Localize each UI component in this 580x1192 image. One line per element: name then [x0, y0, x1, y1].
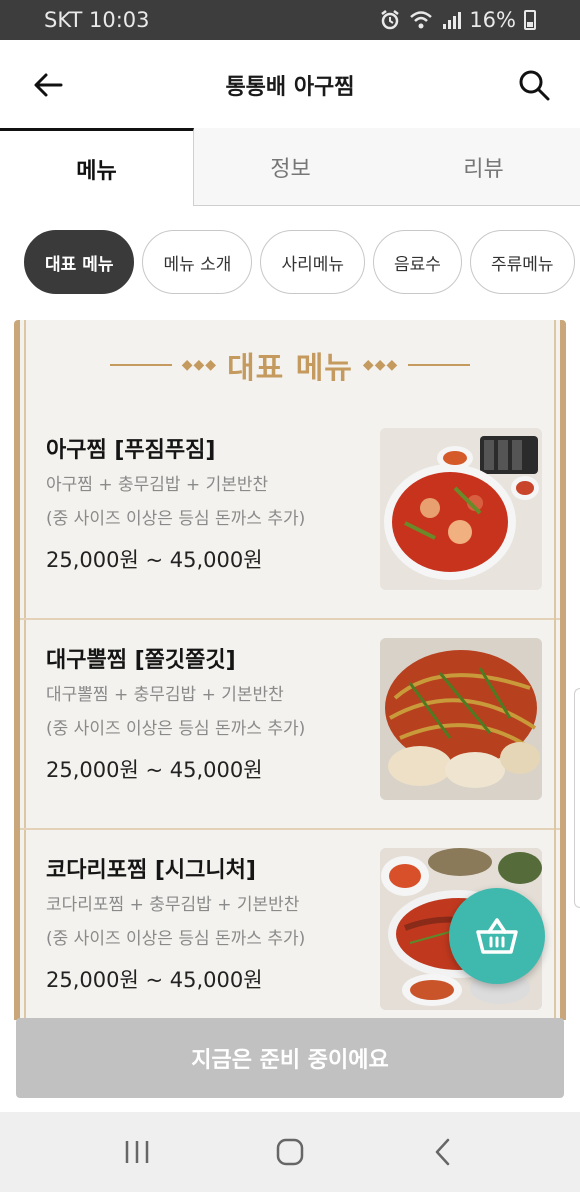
- order-button[interactable]: 지금은 준비 중이에요: [16, 1018, 564, 1098]
- chip-side-menu[interactable]: 사리메뉴: [260, 230, 366, 294]
- signal-icon: [443, 12, 462, 29]
- menu-item-photo: [380, 638, 542, 800]
- arrow-left-icon: [34, 73, 63, 97]
- category-chips: 대표 메뉴 메뉴 소개 사리메뉴 음료수 주류메뉴: [0, 206, 580, 318]
- wifi-icon: [410, 11, 433, 29]
- chip-drinks[interactable]: 음료수: [373, 230, 462, 294]
- recent-apps-button[interactable]: [107, 1122, 167, 1182]
- chevron-left-icon: [436, 1138, 450, 1166]
- chip-signature-menu[interactable]: 대표 메뉴: [24, 230, 135, 294]
- tab-info[interactable]: 정보: [194, 128, 387, 205]
- battery-icon: [524, 10, 536, 30]
- alarm-icon: [381, 10, 400, 30]
- divider-line: [109, 364, 172, 366]
- status-icons: 16%: [379, 8, 536, 32]
- tab-menu[interactable]: 메뉴: [0, 128, 194, 206]
- panel-header: ◆◆◆ 대표 메뉴 ◆◆◆: [20, 320, 560, 410]
- search-button[interactable]: [514, 65, 554, 105]
- system-nav-bar: [0, 1112, 580, 1192]
- menu-item[interactable]: 대구뽈찜 [쫄깃쫄깃] 대구뽈찜 + 충무김밥 + 기본반찬 (중 사이즈 이상…: [20, 620, 560, 830]
- divider-line: [408, 364, 471, 366]
- scroll-indicator[interactable]: [574, 688, 580, 908]
- battery-percent: 16%: [469, 8, 516, 32]
- chip-liquor[interactable]: 주류메뉴: [469, 230, 575, 294]
- cart-button[interactable]: [449, 888, 545, 984]
- back-nav-button[interactable]: [413, 1122, 473, 1182]
- status-carrier-time: SKT 10:03: [44, 8, 150, 32]
- basket-icon: [476, 918, 518, 954]
- ornament-icon: ◆◆◆: [362, 357, 399, 373]
- page-title: 통통배 아구찜: [225, 75, 355, 100]
- app-header: 통통배 아구찜: [0, 40, 580, 130]
- menu-item[interactable]: 아구찜 [푸짐푸짐] 아구찜 + 충무김밥 + 기본반찬 (중 사이즈 이상은 …: [20, 410, 560, 620]
- chip-menu-intro[interactable]: 메뉴 소개: [142, 230, 253, 294]
- status-bar: SKT 10:03 16%: [0, 0, 580, 40]
- home-icon: [276, 1138, 304, 1166]
- search-icon: [519, 70, 550, 101]
- home-button[interactable]: [260, 1122, 320, 1182]
- menu-item-photo: [380, 428, 542, 590]
- tab-review[interactable]: 리뷰: [387, 128, 580, 205]
- back-button[interactable]: [28, 65, 68, 105]
- store-tabs: 메뉴 정보 리뷰: [0, 128, 580, 206]
- recent-apps-icon: [125, 1141, 148, 1163]
- ornament-icon: ◆◆◆: [181, 357, 218, 373]
- section-title: 대표 메뉴: [227, 351, 353, 386]
